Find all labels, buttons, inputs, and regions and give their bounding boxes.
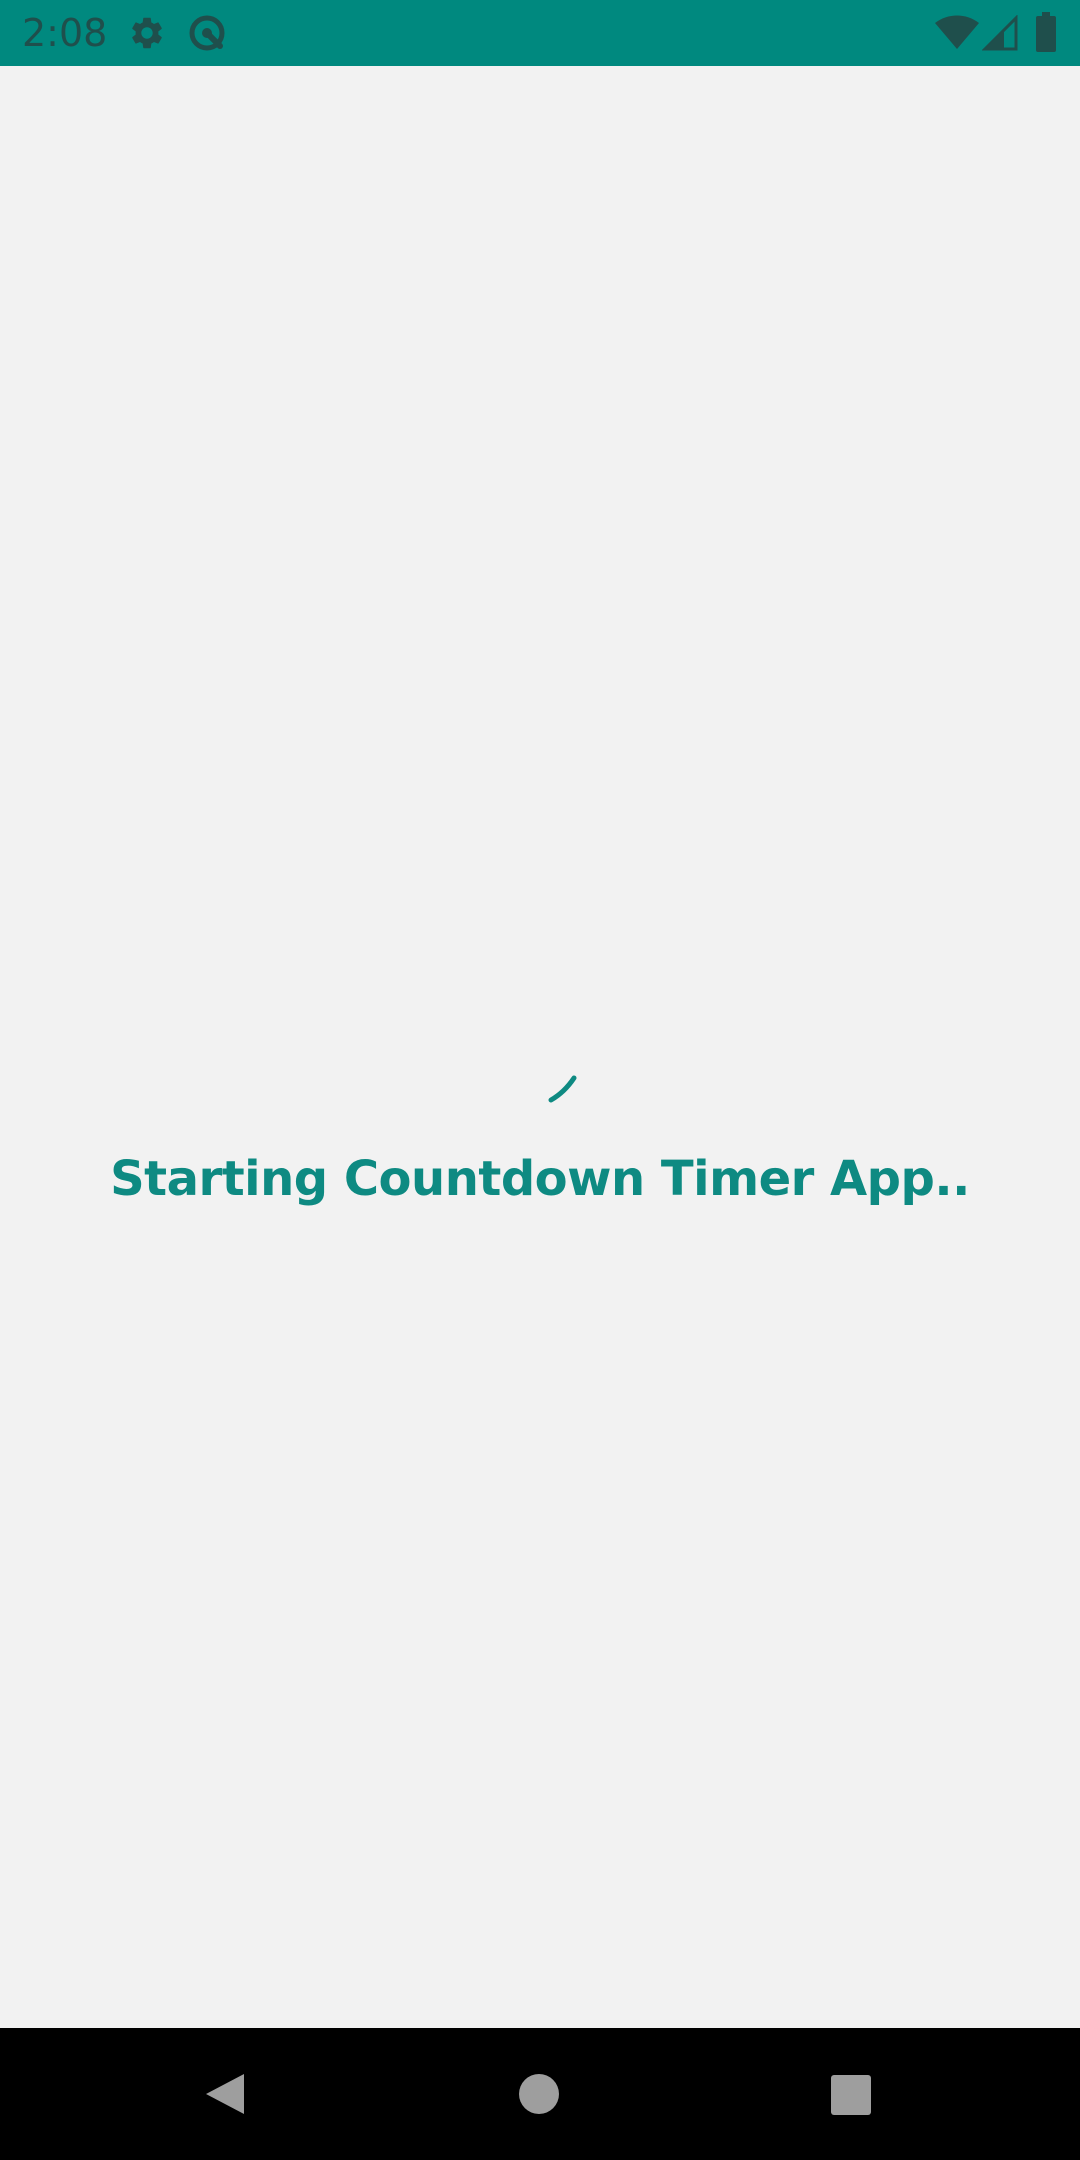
gear-icon <box>132 17 162 49</box>
back-button[interactable] <box>204 2070 248 2118</box>
splash-screen: Starting Countdown Timer App.. <box>0 66 1080 2028</box>
status-time: 2:08 <box>22 11 108 55</box>
navigation-bar <box>0 2028 1080 2160</box>
recents-button[interactable] <box>830 2074 872 2116</box>
progress-spinner-icon <box>548 1075 577 1103</box>
status-bar: 2:08 <box>0 0 1080 66</box>
wifi-icon <box>935 15 979 49</box>
battery-icon <box>1036 12 1056 52</box>
sync-icon <box>189 15 225 51</box>
home-button[interactable] <box>518 2073 560 2115</box>
signal-icon <box>982 15 1018 51</box>
loading-message: Starting Countdown Timer App.. <box>110 1151 970 1207</box>
